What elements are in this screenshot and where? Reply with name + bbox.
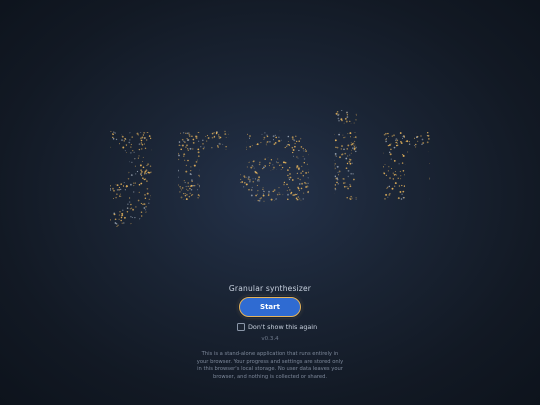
start-button[interactable]: Start [239,297,301,317]
splash-screen: grain Granular synthesizer Start Don't s… [0,0,540,405]
app-subtitle: Granular synthesizer [228,284,312,293]
grain-logo: grain [110,110,430,240]
version-label: v0.3.4 [261,336,279,342]
dont-show-again-option[interactable]: Don't show this again [237,322,317,331]
dont-show-again-checkbox[interactable] [237,322,245,331]
dont-show-again-label: Don't show this again [248,322,318,331]
privacy-disclaimer: This is a stand-alone application that r… [196,351,344,380]
